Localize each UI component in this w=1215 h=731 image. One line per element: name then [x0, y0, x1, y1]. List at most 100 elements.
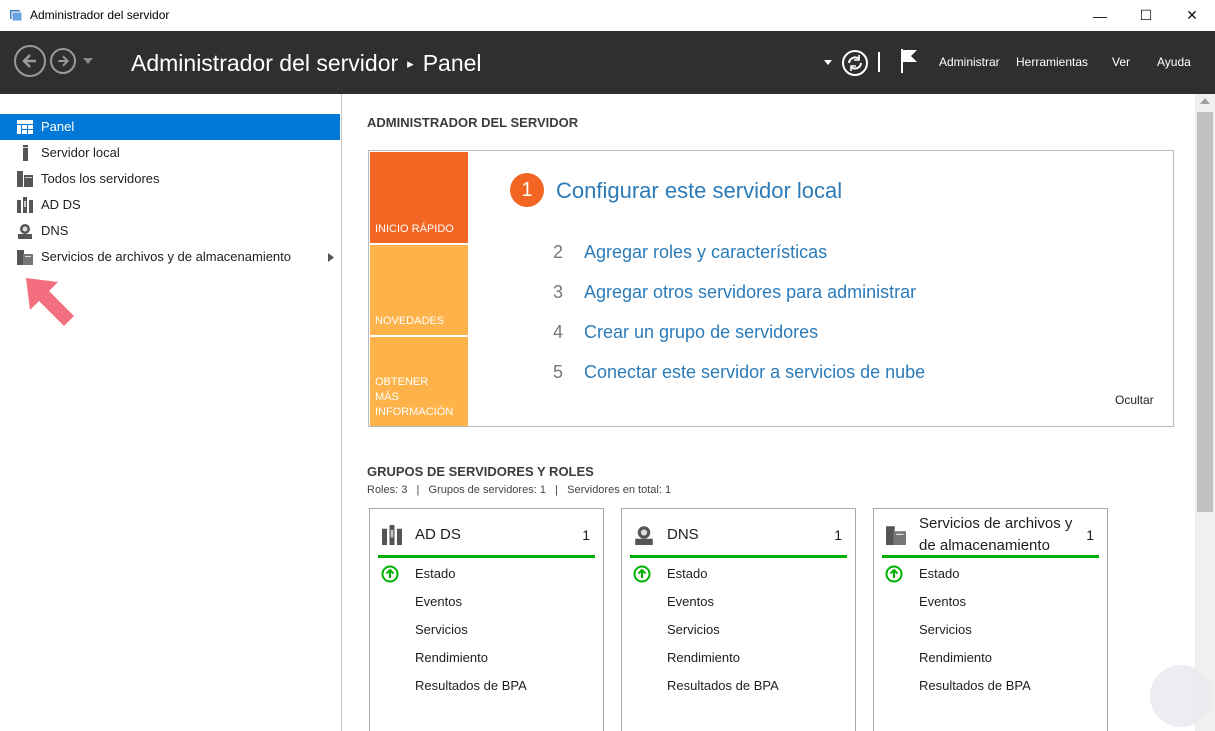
expand-chevron-icon[interactable] — [328, 253, 334, 262]
status-bar — [378, 555, 595, 558]
scroll-up-icon[interactable] — [1200, 98, 1210, 104]
card-row-servicios[interactable]: Servicios — [415, 622, 468, 637]
sidebar-item-todos-los-servidores[interactable]: Todos los servidores — [0, 166, 340, 192]
card-count: 1 — [582, 527, 590, 543]
tile-label: INICIO RÁPIDO — [375, 223, 454, 235]
step-5-link[interactable]: Conectar este servidor a servicios de nu… — [584, 362, 925, 383]
adds-icon — [382, 525, 402, 545]
sidebar-item-servidor-local[interactable]: Servidor local — [0, 140, 340, 166]
role-card-servicios-de-archivos[interactable]: Servicios de archivos y de almacenamient… — [873, 508, 1108, 731]
hide-link[interactable]: Ocultar — [1115, 393, 1154, 407]
card-row-bpa[interactable]: Resultados de BPA — [667, 678, 779, 693]
card-row-servicios[interactable]: Servicios — [919, 622, 972, 637]
status-ok-icon — [381, 565, 399, 583]
scrollbar-thumb[interactable] — [1197, 112, 1213, 512]
app-icon — [10, 10, 23, 22]
step-number: 3 — [553, 282, 564, 302]
tile-label: NOVEDADES — [375, 315, 445, 327]
page-title: ADMINISTRADOR DEL SERVIDOR — [367, 115, 579, 130]
title-bar — [0, 0, 1215, 31]
step-1-link[interactable]: Configurar este servidor local — [556, 178, 842, 204]
card-row-eventos[interactable]: Eventos — [667, 594, 714, 609]
groups-summary: Roles: 3 | Grupos de servidores: 1 | Ser… — [367, 484, 672, 496]
sidebar-item-label: Todos los servidores — [41, 171, 160, 186]
sidebar-item-ad-ds[interactable]: AD DS — [0, 192, 340, 218]
status-bar — [882, 555, 1099, 558]
sidebar-item-label: Panel — [41, 119, 75, 134]
sidebar-item-label: Servidor local — [41, 145, 120, 160]
maximize-button[interactable]: ☐ — [1123, 0, 1169, 31]
card-row-estado[interactable]: Estado — [415, 566, 455, 581]
back-button[interactable] — [14, 45, 46, 77]
card-row-eventos[interactable]: Eventos — [919, 594, 966, 609]
dashboard-icon — [17, 120, 33, 134]
sidebar-item-label: AD DS — [41, 197, 81, 212]
watermark-logo — [1150, 665, 1212, 727]
card-row-bpa[interactable]: Resultados de BPA — [415, 678, 527, 693]
breadcrumb-app[interactable]: Administrador del servidor — [131, 50, 398, 76]
step-2-link[interactable]: Agregar roles y características — [584, 242, 827, 263]
adds-icon — [17, 197, 33, 213]
role-card-dns[interactable]: DNS 1 Estado Eventos Servicios Rendimien… — [621, 508, 856, 731]
file-storage-icon — [17, 250, 33, 265]
notifications-flag-icon[interactable] — [900, 47, 920, 75]
breadcrumb-separator-icon: ▸ — [407, 56, 414, 71]
card-title: Servicios de archivos y de almacenamient… — [919, 515, 1073, 554]
card-row-rendimiento[interactable]: Rendimiento — [667, 650, 740, 665]
tile-obtener-mas-informacion[interactable]: OBTENER MÁS INFORMACIÓN — [370, 337, 468, 426]
back-arrow-icon — [22, 54, 36, 68]
step-number: 2 — [553, 242, 564, 262]
card-count: 1 — [1086, 527, 1094, 543]
menu-herramientas[interactable]: Herramientas — [1016, 55, 1088, 69]
quick-start-box: INICIO RÁPIDO NOVEDADES OBTENER MÁS INFO… — [368, 150, 1174, 427]
breadcrumb: Administrador del servidor ▸ Panel — [131, 50, 482, 77]
sidebar: Panel Servidor local Todos los servidore… — [0, 94, 342, 731]
history-dropdown-icon[interactable] — [83, 58, 93, 64]
card-row-eventos[interactable]: Eventos — [415, 594, 462, 609]
card-row-rendimiento[interactable]: Rendimiento — [919, 650, 992, 665]
close-button[interactable]: ✕ — [1169, 0, 1215, 31]
status-ok-icon — [885, 565, 903, 583]
card-row-bpa[interactable]: Resultados de BPA — [919, 678, 1031, 693]
file-storage-icon — [886, 526, 906, 545]
window-title: Administrador del servidor — [30, 8, 170, 22]
step-3-link[interactable]: Agregar otros servidores para administra… — [584, 282, 916, 303]
tile-label: OBTENER MÁS INFORMACIÓN — [375, 376, 454, 418]
card-title: AD DS — [415, 526, 461, 543]
dns-icon — [635, 526, 653, 545]
refresh-dropdown-icon[interactable] — [824, 60, 832, 65]
sidebar-item-dns[interactable]: DNS — [0, 218, 340, 244]
server-icon — [23, 145, 28, 161]
step-number: 5 — [553, 362, 564, 382]
sidebar-item-servicios-de-archivos[interactable]: Servicios de archivos y de almacenamient… — [0, 244, 340, 270]
sidebar-item-label: DNS — [41, 223, 69, 238]
dns-icon — [18, 224, 32, 239]
status-ok-icon — [633, 565, 651, 583]
menu-ver[interactable]: Ver — [1112, 55, 1130, 69]
menu-administrar[interactable]: Administrar — [939, 55, 1000, 69]
card-row-rendimiento[interactable]: Rendimiento — [415, 650, 488, 665]
menu-ayuda[interactable]: Ayuda — [1157, 55, 1191, 69]
card-row-estado[interactable]: Estado — [919, 566, 959, 581]
header-divider — [878, 52, 880, 72]
minimize-button[interactable]: — — [1077, 0, 1123, 31]
tile-inicio-rapido[interactable]: INICIO RÁPIDO — [370, 152, 468, 243]
sidebar-item-label: Servicios de archivos y de almacenamient… — [41, 249, 292, 264]
groups-title: GRUPOS DE SERVIDORES Y ROLES — [367, 464, 594, 479]
card-count: 1 — [834, 527, 842, 543]
step-number: 4 — [553, 322, 564, 342]
breadcrumb-page: Panel — [422, 50, 482, 76]
annotation-arrow-icon — [26, 278, 74, 326]
tile-novedades[interactable]: NOVEDADES — [370, 245, 468, 335]
forward-arrow-icon — [58, 55, 70, 67]
status-bar — [630, 555, 847, 558]
role-card-ad-ds[interactable]: AD DS 1 Estado Eventos Servicios Rendimi… — [369, 508, 604, 731]
card-row-estado[interactable]: Estado — [667, 566, 707, 581]
card-row-servicios[interactable]: Servicios — [667, 622, 720, 637]
sidebar-item-panel[interactable]: Panel — [0, 114, 340, 140]
step-1-badge: 1 — [510, 173, 544, 207]
step-4-link[interactable]: Crear un grupo de servidores — [584, 322, 818, 343]
refresh-icon[interactable] — [841, 49, 869, 77]
card-title: DNS — [667, 526, 699, 543]
forward-button[interactable] — [50, 48, 76, 74]
